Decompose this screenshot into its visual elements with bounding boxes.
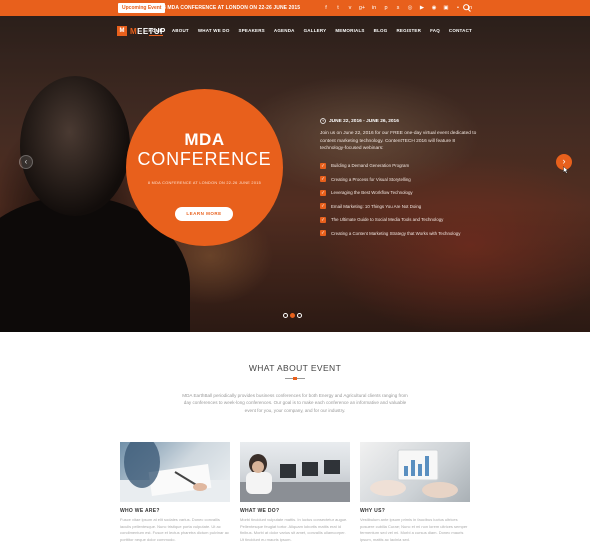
instagram-icon[interactable]: ▣ <box>442 3 450 13</box>
nav-item-about[interactable]: ABOUT <box>172 28 189 36</box>
list-item: ✓ Leveraging the Best Workflow Technology <box>320 189 413 196</box>
top-news-text: 8 MDA CONFERENCE AT LONDON ON 22-26 JUNE… <box>163 5 301 11</box>
upcoming-event-badge[interactable]: Upcoming Event <box>118 3 166 13</box>
nav-item-memorials[interactable]: MEMORIALS <box>335 28 364 36</box>
section-description: MDA EarthBall periodically provides busi… <box>182 393 408 413</box>
mouse-cursor-icon <box>563 166 569 174</box>
check-icon: ✓ <box>320 216 326 223</box>
check-icon: ✓ <box>320 189 326 196</box>
slider-dot[interactable] <box>283 313 288 318</box>
nav-item-blog[interactable]: BLOG <box>374 28 388 36</box>
card-title: WHO WE ARE? <box>120 508 160 514</box>
section-divider <box>285 377 305 380</box>
top-bar: Upcoming Event 8 MDA CONFERENCE AT LONDO… <box>0 0 590 16</box>
card-image-tablet[interactable] <box>360 442 470 502</box>
slider-dot-active[interactable] <box>290 313 295 318</box>
conference-subtitle: CONFERENCE <box>137 149 272 169</box>
event-info: JUNE 22, 2016 - JUNE 26, 2016 Join us on… <box>320 118 480 240</box>
card-title: WHAT WE DO? <box>240 508 280 514</box>
hero-slider <box>0 16 590 332</box>
nav-item-faq[interactable]: FAQ <box>430 28 440 36</box>
event-date-text: JUNE 22, 2016 - JUNE 26, 2016 <box>329 118 399 124</box>
list-item: ✓ Creating a Process for Visual Storytell… <box>320 176 411 183</box>
clock-icon <box>320 118 326 124</box>
pinterest-icon[interactable]: p <box>382 3 390 13</box>
speaker-head <box>20 76 130 216</box>
main-nav: M MEETUP HOME ABOUT WHAT WE DO SPEAKERS … <box>0 16 590 46</box>
event-intro: Join us on June 22, 2016 for our FREE on… <box>320 131 477 152</box>
learn-more-button[interactable]: LEARN MORE <box>175 207 233 221</box>
card-image-computer-lab[interactable] <box>240 442 350 502</box>
card-text: Fusce vitae ipsum at elit sodales varius… <box>120 517 229 542</box>
dribbble-icon[interactable]: ◎ <box>406 3 414 13</box>
check-icon: ✓ <box>320 176 326 183</box>
skype-icon[interactable]: s <box>394 3 402 13</box>
social-links: f t v g+ in p s ◎ ▶ ◉ ▣ • in <box>322 3 474 13</box>
card-title: WHY US? <box>360 508 386 514</box>
card-text: Vestibulum ante ipsum primis in faucibus… <box>360 517 468 542</box>
nav-item-what-we-do[interactable]: WHAT WE DO <box>198 28 230 36</box>
nav-item-agenda[interactable]: AGENDA <box>274 28 295 36</box>
card-who-we-are: WHO WE ARE? Fusce vitae ipsum at elit so… <box>120 442 230 543</box>
card-text: Morbi tincidunt vulputate mattis. In luc… <box>240 517 348 542</box>
check-icon: ✓ <box>320 230 326 237</box>
vimeo-icon[interactable]: v <box>346 3 354 13</box>
check-icon: ✓ <box>320 162 326 169</box>
search-icon[interactable] <box>462 3 472 13</box>
slider-dot[interactable] <box>297 313 302 318</box>
conference-tagline: 8 MDA CONFERENCE AT LONDON ON 22-26 JUNE… <box>147 181 262 185</box>
card-why-us: WHY US? Vestibulum ante ipsum primis in … <box>360 442 470 543</box>
nav-item-contact[interactable]: CONTACT <box>449 28 472 36</box>
twitter-icon[interactable]: t <box>334 3 342 13</box>
menu: HOME ABOUT WHAT WE DO SPEAKERS AGENDA GA… <box>148 28 472 36</box>
check-icon: ✓ <box>320 203 326 210</box>
list-item: ✓ Creating a Content Marketing Strategy t… <box>320 230 461 237</box>
nav-item-register[interactable]: REGISTER <box>396 28 421 36</box>
nav-item-gallery[interactable]: GALLERY <box>304 28 327 36</box>
conference-circle: MDA CONFERENCE 8 MDA CONFERENCE AT LONDO… <box>126 89 283 246</box>
slider-dots <box>283 313 302 318</box>
webinar-list: ✓ Building a Demand Generation Program ✓ C… <box>320 159 480 240</box>
list-item: ✓ Email Marketing: 10 Things You Are Not … <box>320 203 422 210</box>
feature-cards: WHO WE ARE? Fusce vitae ipsum at elit so… <box>120 442 470 543</box>
flickr-icon[interactable]: • <box>454 3 462 13</box>
slider-prev-button[interactable]: ‹ <box>19 155 33 169</box>
list-item: ✓ The Ultimate Guide to Social Media Tool… <box>320 216 444 223</box>
rss-icon[interactable]: ◉ <box>430 3 438 13</box>
google-plus-icon[interactable]: g+ <box>358 3 366 13</box>
section-title: WHAT ABOUT EVENT <box>248 363 342 373</box>
list-item: ✓ Building a Demand Generation Program <box>320 162 410 169</box>
conference-title: MDA <box>184 130 225 149</box>
card-image-writing[interactable] <box>120 442 230 502</box>
card-what-we-do: WHAT WE DO? Morbi tincidunt vulputate ma… <box>240 442 350 543</box>
nav-item-speakers[interactable]: SPEAKERS <box>239 28 265 36</box>
logo-mark: M <box>117 26 127 36</box>
youtube-icon[interactable]: ▶ <box>418 3 426 13</box>
event-date: JUNE 22, 2016 - JUNE 26, 2016 <box>320 118 480 124</box>
facebook-icon[interactable]: f <box>322 3 330 13</box>
linkedin-icon[interactable]: in <box>370 3 378 13</box>
nav-item-home[interactable]: HOME <box>148 28 164 36</box>
